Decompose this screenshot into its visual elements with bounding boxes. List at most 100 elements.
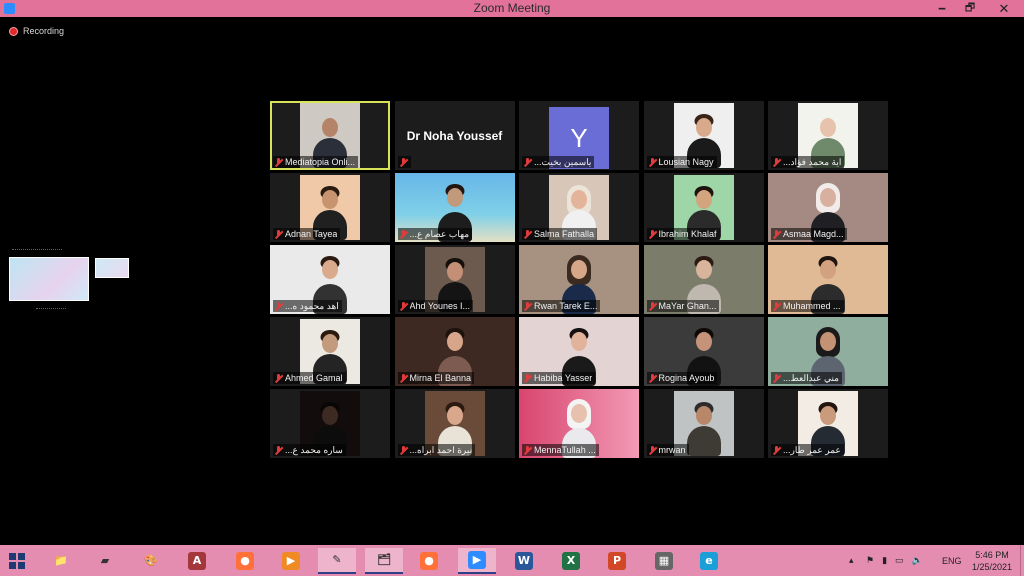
face-shape: [695, 406, 712, 425]
participant-tile-6[interactable]: Adnan Tayea: [270, 173, 390, 242]
participant-name-bar: Ahmed Gamal: [273, 372, 346, 384]
participant-tile-17[interactable]: Mirna El Banna: [394, 317, 515, 386]
participant-name: MennaTullah ...: [534, 445, 596, 455]
participant-name-bar: ...اية محمد فؤاد: [771, 156, 845, 168]
powerpoint-icon-glyph: P: [608, 552, 626, 570]
participant-tile-2[interactable]: Dr Noha Youssef: [394, 101, 515, 170]
calculator-icon[interactable]: ▦: [645, 548, 683, 574]
window-titlebar: Zoom Meeting 🗕 🗗 ✕: [0, 0, 1024, 17]
shared-screen-thumbnail[interactable]: [6, 244, 129, 316]
participant-tile-8[interactable]: Salma Fathalla: [519, 173, 639, 242]
muted-mic-icon: [523, 301, 532, 311]
face-shape: [322, 406, 338, 425]
face-shape: [571, 190, 587, 209]
participant-tile-24[interactable]: mrwan: [643, 389, 764, 458]
media-player-icon[interactable]: ▶: [272, 548, 310, 574]
edge-icon[interactable]: e: [690, 548, 728, 574]
powerpoint-icon[interactable]: P: [598, 548, 636, 574]
word-icon[interactable]: W: [505, 548, 543, 574]
language-indicator[interactable]: ENG: [942, 545, 962, 576]
participant-tile-14[interactable]: MaYar Ghan...: [643, 245, 764, 314]
participant-name: ...ساره محمد ع: [285, 444, 343, 455]
close-button[interactable]: ✕: [990, 0, 1018, 17]
participant-tile-21[interactable]: ...ساره محمد ع: [270, 389, 390, 458]
recording-label: Recording: [23, 26, 65, 36]
window-title: Zoom Meeting: [473, 1, 551, 15]
participant-tile-1[interactable]: Mediatopia Onli...: [270, 101, 390, 170]
show-desktop-button[interactable]: [1020, 545, 1024, 576]
folder-note-icon[interactable]: 📁: [42, 548, 80, 574]
participant-tile-13[interactable]: Rwan Tarek E...: [519, 245, 639, 314]
muted-mic-icon: [523, 373, 532, 383]
muted-mic-icon: [648, 157, 657, 167]
participant-tile-15[interactable]: Muhammed ...: [768, 245, 888, 314]
participant-tile-12[interactable]: Ahd Younes I...: [394, 245, 515, 314]
participant-tile-4[interactable]: Lousian Nagy: [643, 101, 764, 170]
participant-tile-11[interactable]: ...اهد محمود ه: [270, 245, 390, 314]
file-explorer-icon[interactable]: 🗂: [365, 548, 403, 574]
network-icon[interactable]: ▮: [882, 555, 887, 566]
participant-name-bar: MaYar Ghan...: [646, 300, 720, 312]
face-shape: [695, 118, 712, 137]
participant-tile-23[interactable]: MennaTullah ...: [519, 389, 639, 458]
participant-name-bar: Muhammed ...: [771, 300, 844, 312]
muted-mic-icon: [399, 229, 408, 239]
muted-mic-icon: [648, 229, 657, 239]
participant-name-bar: Mirna El Banna: [397, 372, 475, 384]
participant-name: ...اية محمد فؤاد: [783, 156, 842, 167]
gallery-view: Mediatopia Onli... Dr Noha Youssef Y ...ياس…: [270, 101, 888, 458]
participant-name: ...عمر عمر طار: [783, 444, 841, 455]
participant-name: Salma Fathalla: [534, 229, 595, 239]
windows-start-icon[interactable]: [9, 553, 25, 569]
participant-name-bar: ...مني عبدالعط: [771, 372, 842, 384]
participant-name-bar: ...مهاب عصام ع: [397, 228, 473, 240]
participant-tile-22[interactable]: ...نيرة احمد ابراه: [394, 389, 515, 458]
participant-name: Mirna El Banna: [409, 373, 472, 383]
volume-icon[interactable]: 🔈: [912, 555, 923, 566]
participant-tile-3[interactable]: Y ...ياسمين بخيت: [519, 101, 639, 170]
participant-name-bar: ...ساره محمد ع: [273, 444, 346, 456]
participant-name-bar: ...نيرة احمد ابراه: [397, 444, 476, 456]
paint-icon[interactable]: 🎨: [132, 548, 170, 574]
participant-name: ...اهد محمود ه: [285, 300, 339, 311]
face-shape: [446, 332, 463, 351]
participant-name: ...نيرة احمد ابراه: [409, 444, 473, 455]
participant-tile-20[interactable]: ...مني عبدالعط: [768, 317, 888, 386]
muted-mic-icon: [274, 301, 283, 311]
participant-tile-16[interactable]: Ahmed Gamal: [270, 317, 390, 386]
participant-tile-25[interactable]: ...عمر عمر طار: [768, 389, 888, 458]
participant-name-bar: [397, 156, 411, 168]
excel-icon-glyph: X: [562, 552, 580, 570]
participant-tile-10[interactable]: Asmaa Magd...: [768, 173, 888, 242]
participant-tile-5[interactable]: ...اية محمد فؤاد: [768, 101, 888, 170]
participant-name: Ibrahim Khalaf: [658, 229, 717, 239]
participant-tile-9[interactable]: Ibrahim Khalaf: [643, 173, 764, 242]
firefox-icon[interactable]: ●: [226, 548, 264, 574]
participant-tile-19[interactable]: Rogina Ayoub: [643, 317, 764, 386]
clock[interactable]: 5:46 PM 1/25/2021: [972, 549, 1012, 573]
tray-chevron-icon[interactable]: ▴: [849, 545, 854, 576]
muted-mic-icon: [523, 445, 532, 455]
minimize-button[interactable]: 🗕: [928, 0, 956, 17]
tablet-icon[interactable]: ▰: [86, 548, 124, 574]
participant-tile-18[interactable]: Habiba Yasser: [519, 317, 639, 386]
participant-name-bar: Mediatopia Onli...: [273, 156, 359, 168]
thumbnail-toolbar: [12, 249, 62, 251]
access-icon-glyph: A: [188, 552, 206, 570]
muted-mic-icon: [772, 301, 781, 311]
participant-name: ...مني عبدالعط: [783, 372, 839, 383]
participant-tile-7[interactable]: ...مهاب عصام ع: [394, 173, 515, 242]
firefox-icon-2[interactable]: ●: [410, 548, 448, 574]
participant-display-name: Dr Noha Youssef: [406, 129, 503, 143]
restore-button[interactable]: 🗗: [956, 0, 984, 17]
excel-icon[interactable]: X: [552, 548, 590, 574]
face-shape: [820, 188, 836, 207]
flag-icon[interactable]: ⚑: [866, 555, 874, 566]
recording-indicator[interactable]: Recording: [9, 26, 64, 36]
battery-icon[interactable]: ▭: [895, 555, 904, 566]
muted-mic-icon: [274, 157, 283, 167]
face-shape: [322, 260, 338, 279]
access-icon[interactable]: A: [178, 548, 216, 574]
zoom-icon[interactable]: ▶: [458, 548, 496, 574]
paint-3d-icon[interactable]: ✎: [318, 548, 356, 574]
